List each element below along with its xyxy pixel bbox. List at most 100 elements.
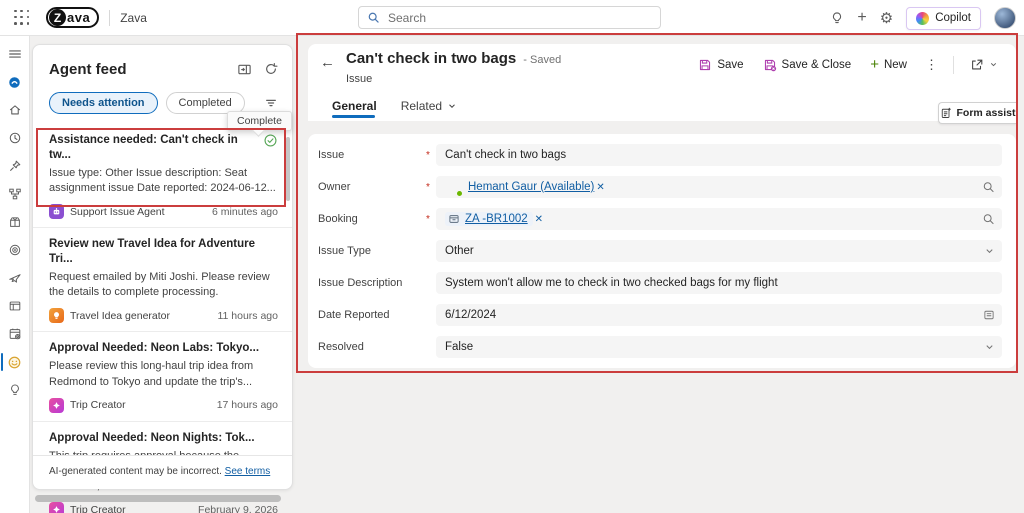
field-label: Owner xyxy=(318,181,351,193)
resolved-chevron-icon xyxy=(984,342,995,353)
share-icon xyxy=(972,59,983,69)
topbar-actions: + ⚙ Copilot xyxy=(830,0,1016,36)
card-body: Issue type: Other Issue description: Sea… xyxy=(49,166,276,195)
back-arrow-icon[interactable]: ← xyxy=(320,54,335,71)
required-asterisk: * xyxy=(426,181,430,193)
feed-card-neon-labs[interactable]: Approval Needed: Neon Labs: Tokyo... Ple… xyxy=(33,332,292,422)
record-title: Can't check in two bags xyxy=(346,50,517,67)
card-title: Approval Needed: Neon Labs: Tokyo... xyxy=(49,342,260,355)
tab-related[interactable]: Related xyxy=(401,99,457,121)
home-icon[interactable] xyxy=(0,96,30,124)
refresh-icon[interactable] xyxy=(264,62,278,77)
save-and-close-button[interactable]: Save & Close xyxy=(757,55,858,75)
new-button[interactable]: + New xyxy=(864,54,913,75)
left-nav-rail xyxy=(0,36,30,513)
app-icon[interactable] xyxy=(0,68,30,96)
chevron-down-icon xyxy=(449,104,455,108)
more-commands-icon[interactable]: ⋮ xyxy=(920,57,943,73)
menu-icon[interactable] xyxy=(0,40,30,68)
field-row-owner: Owner * Hemant Gaur (Available) ✕ xyxy=(308,171,1016,203)
filter-icon[interactable] xyxy=(264,96,278,110)
card-time: 11 hours ago xyxy=(217,309,278,322)
field-value: False xyxy=(445,341,474,353)
field-row-booking: Booking * ZA -BR1002 ✕ xyxy=(308,203,1016,235)
search-input[interactable] xyxy=(386,9,652,26)
card-time: February 9, 2026 xyxy=(198,503,278,513)
card-title: Approval Needed: Neon Nights: Tok... xyxy=(49,431,255,444)
form-assist-button[interactable]: Form assist xyxy=(938,102,1016,124)
copilot-button[interactable]: Copilot xyxy=(906,6,981,30)
topbar-divider xyxy=(109,9,111,26)
agent-name: Travel Idea generator xyxy=(70,309,171,322)
trip-creator-icon xyxy=(49,397,64,413)
issue-type-select[interactable]: Other xyxy=(436,240,1002,262)
date-reported-input[interactable]: 6/12/2024 xyxy=(436,304,1002,326)
field-row-issue-description: Issue Description System won't allow me … xyxy=(308,267,1016,299)
save-label: Save xyxy=(717,58,744,71)
card-title: Review new Travel Idea for Adventure Tri… xyxy=(49,238,256,266)
field-row-issue-type: Issue Type Other xyxy=(308,235,1016,267)
target-icon[interactable] xyxy=(0,236,30,264)
support-issue-agent-icon xyxy=(49,204,64,220)
app-screen: Z ava Zava + ⚙ Copilot xyxy=(0,0,1024,513)
share-chevron-icon xyxy=(990,63,997,67)
commandbar-divider xyxy=(953,55,954,74)
agent-feed-header-actions xyxy=(237,62,278,77)
resolved-select[interactable]: False xyxy=(436,336,1002,358)
booking-remove-icon[interactable]: ✕ xyxy=(535,214,543,225)
field-label: Issue xyxy=(318,149,345,161)
open-in-pane-icon[interactable] xyxy=(237,62,252,77)
share-button[interactable] xyxy=(964,55,1004,75)
feed-scrollbar-thumb[interactable] xyxy=(286,137,290,201)
waffle-icon[interactable] xyxy=(14,9,30,26)
save-button[interactable]: Save xyxy=(692,55,749,75)
field-value: Can't check in two bags xyxy=(445,149,567,161)
travel-idea-generator-icon xyxy=(49,308,64,324)
owner-remove-icon[interactable]: ✕ xyxy=(596,182,604,193)
see-terms-link[interactable]: See terms xyxy=(225,466,271,477)
field-row-issue: Issue * Can't check in two bags xyxy=(308,139,1016,171)
plus-icon[interactable]: + xyxy=(857,10,866,26)
calendar-settings-icon[interactable] xyxy=(0,320,30,348)
search-box[interactable] xyxy=(358,6,661,29)
hierarchy-icon[interactable] xyxy=(0,180,30,208)
owner-link[interactable]: Hemant Gaur (Available) xyxy=(468,181,594,193)
booking-search-icon[interactable] xyxy=(982,213,995,226)
agent-name: Support Issue Agent xyxy=(70,205,165,218)
copilot-smiley-icon[interactable] xyxy=(0,348,30,376)
booking-link[interactable]: ZA -BR1002 xyxy=(465,213,528,225)
feed-card-travel-idea[interactable]: Review new Travel Idea for Adventure Tri… xyxy=(33,228,292,333)
trip-creator-icon xyxy=(49,502,64,513)
field-row-resolved: Resolved False xyxy=(308,331,1016,363)
user-avatar[interactable] xyxy=(994,7,1016,29)
issue-input[interactable]: Can't check in two bags xyxy=(436,144,1002,166)
gear-icon[interactable]: ⚙ xyxy=(880,11,893,26)
owner-lookup[interactable]: Hemant Gaur (Available) ✕ xyxy=(436,176,1002,198)
card-title: Assistance needed: Can't check in tw... xyxy=(49,134,238,161)
package-icon[interactable] xyxy=(0,208,30,236)
tab-general[interactable]: General xyxy=(332,99,377,121)
pinned-icon[interactable] xyxy=(0,152,30,180)
airplane-icon[interactable] xyxy=(0,264,30,292)
agent-feed-header: Agent feed xyxy=(33,45,292,78)
agent-feed-title: Agent feed xyxy=(49,61,127,78)
top-bar: Z ava Zava + ⚙ Copilot xyxy=(0,0,1024,36)
issue-description-input[interactable]: System won't allow me to check in two ch… xyxy=(436,272,1002,294)
lightbulb-icon[interactable] xyxy=(830,11,844,25)
field-row-date-reported: Date Reported 6/12/2024 xyxy=(308,299,1016,331)
owner-search-icon[interactable] xyxy=(982,181,995,194)
recent-icon[interactable] xyxy=(0,124,30,152)
booking-lookup[interactable]: ZA -BR1002 ✕ xyxy=(436,208,1002,230)
feed-card-assistance[interactable]: Assistance needed: Can't check in tw... … xyxy=(33,124,292,229)
field-label: Resolved xyxy=(318,341,364,353)
complete-check-icon[interactable] xyxy=(263,133,278,148)
date-picker-icon[interactable] xyxy=(983,309,995,321)
record-header: ← Can't check in two bags - Saved Issue … xyxy=(308,44,1016,121)
required-asterisk: * xyxy=(426,213,430,225)
filter-needs-attention[interactable]: Needs attention xyxy=(49,92,158,114)
insights-bulb-icon[interactable] xyxy=(0,376,30,404)
pages-icon[interactable] xyxy=(0,292,30,320)
tab-related-label: Related xyxy=(400,99,443,113)
card-body: Request emailed by Miti Joshi. Please re… xyxy=(49,271,270,299)
copilot-label: Copilot xyxy=(935,12,971,24)
